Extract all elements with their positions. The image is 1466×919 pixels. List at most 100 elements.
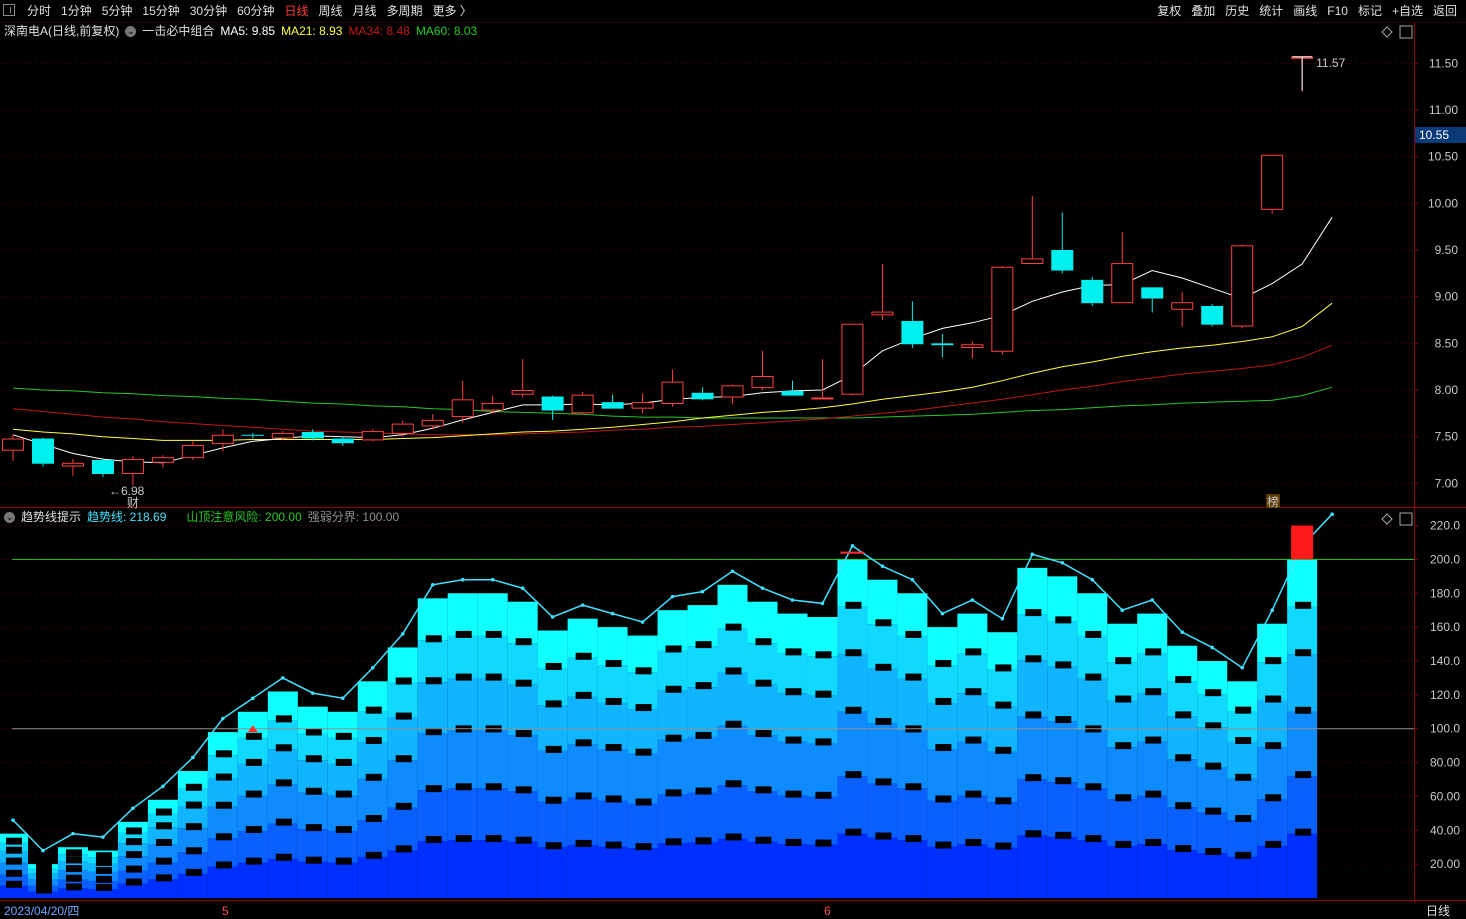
band-gap [395, 677, 412, 685]
trend-band [1167, 850, 1198, 898]
band-gap [755, 730, 772, 738]
trend-band [807, 844, 838, 898]
trend-band [777, 741, 808, 796]
month-label-jun: 6 [824, 904, 831, 918]
band-gap [125, 865, 142, 873]
band-gap [6, 837, 22, 845]
band-gap [335, 790, 352, 798]
trend-band [687, 842, 718, 898]
sub-axis-label: 200.0 [1430, 552, 1460, 566]
price-axis-label: 7.50 [1435, 430, 1459, 444]
trend-point [1150, 598, 1155, 602]
candle-body [1141, 287, 1164, 299]
trend-band [957, 693, 988, 742]
candle [811, 359, 834, 400]
band-gap [1295, 828, 1312, 836]
restore-icon [1399, 512, 1413, 526]
trend-point [1270, 608, 1274, 612]
trend-band [357, 741, 388, 779]
candle [931, 334, 954, 358]
trend-band [417, 598, 448, 641]
trend-band [927, 627, 958, 666]
trend-band [1137, 693, 1168, 742]
band-gap [995, 746, 1012, 754]
band-gap [1145, 736, 1162, 744]
trend-band [477, 730, 508, 789]
band-gap [305, 824, 322, 832]
band-gap [335, 825, 352, 833]
band-gap [1175, 802, 1192, 810]
trend-band [477, 593, 508, 636]
trend-band [987, 632, 1018, 670]
trend-band [417, 640, 448, 683]
trend-band [447, 840, 478, 898]
trend-band [1047, 576, 1078, 622]
band-gap [1145, 648, 1162, 656]
band-gap [635, 748, 652, 756]
candle-body [1111, 263, 1134, 304]
band-gap [95, 858, 112, 866]
band-gap [95, 866, 112, 874]
trend-band [957, 843, 988, 898]
trend-band [867, 783, 898, 838]
trend-band [267, 858, 298, 898]
band-gap [515, 679, 532, 687]
band-gap [1085, 835, 1102, 843]
trend-band [687, 736, 718, 793]
band-gap [245, 758, 262, 766]
trend-band [897, 840, 928, 898]
band-gap [365, 706, 382, 714]
trend-band [747, 841, 778, 898]
band-gap [6, 869, 22, 877]
trend-band [1047, 666, 1078, 722]
trend-band [747, 735, 778, 792]
sub-axis-label: 220.0 [1430, 519, 1460, 533]
candle [241, 432, 264, 439]
candle-body [1171, 302, 1194, 310]
band-gap [185, 801, 202, 809]
trend-band [627, 848, 658, 898]
trend-band [1287, 776, 1318, 834]
band-gap [395, 802, 412, 810]
band-gap [125, 878, 142, 886]
candle [1141, 287, 1164, 313]
kline-chart-area[interactable]: 11.50 11.00 10.50 10.00 9.50 9.00 8.50 8.00 7.50… [0, 0, 1466, 919]
band-gap [65, 883, 82, 891]
trend-band [1167, 759, 1198, 808]
trend-band [507, 791, 538, 842]
trend-band [1107, 662, 1138, 701]
band-gap [155, 808, 172, 816]
band-gap [665, 685, 682, 693]
trend-point [430, 582, 435, 587]
trend-band [417, 790, 448, 842]
trend-point [1210, 645, 1214, 650]
band-gap [185, 868, 202, 876]
band-gap [455, 835, 472, 843]
candle [1021, 195, 1044, 264]
trend-band [537, 630, 568, 668]
trend-band [117, 883, 148, 898]
trend-band [1167, 716, 1198, 760]
candle-body [241, 434, 264, 436]
band-gap [875, 778, 892, 786]
trend-band [597, 627, 628, 666]
band-gap [485, 835, 502, 843]
price-axis-label: 7.00 [1435, 476, 1459, 490]
trend-band [717, 725, 748, 786]
candle-body [661, 381, 684, 405]
trend-band [987, 706, 1018, 752]
trend-point [251, 696, 255, 701]
trend-band [927, 800, 958, 847]
trend-band [267, 823, 298, 859]
band-gap [425, 635, 442, 643]
trend-band [927, 665, 958, 703]
band-gap [545, 700, 562, 708]
trend-band [867, 624, 898, 669]
trend-band [177, 873, 208, 898]
trend-band [1167, 645, 1198, 682]
candle-body [331, 438, 354, 444]
trend-band [1107, 700, 1138, 748]
band-gap [1205, 689, 1222, 697]
trend-band [237, 862, 268, 898]
diamond-icon [1381, 513, 1393, 525]
